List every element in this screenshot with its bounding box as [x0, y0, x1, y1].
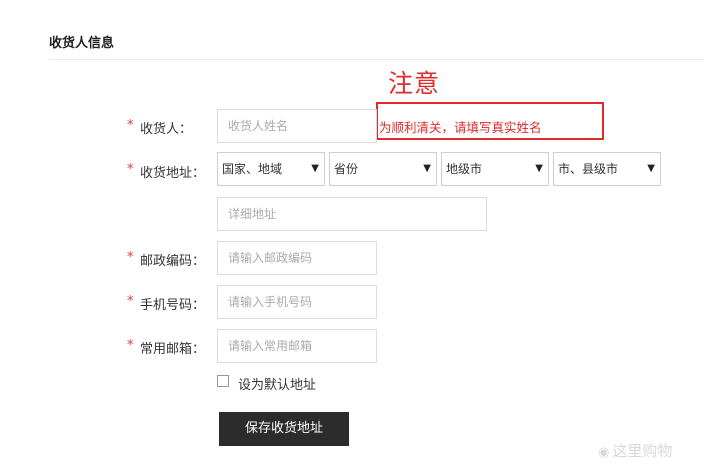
province-select-value: 省份: [334, 162, 359, 176]
default-address-label[interactable]: 设为默认地址: [238, 374, 316, 393]
chevron-down-icon: ▼: [423, 163, 431, 174]
watermark: ◉ 这里购物: [598, 440, 672, 461]
required-mark: *: [127, 118, 134, 133]
city-select[interactable]: 地级市 ▼: [441, 152, 549, 186]
postal-code-input[interactable]: 请输入邮政编码: [217, 241, 377, 275]
province-select[interactable]: 省份 ▼: [329, 152, 437, 186]
chevron-down-icon: ▼: [535, 163, 543, 174]
annotation-note: 为顺利清关，请填写真实姓名: [379, 120, 542, 135]
county-select[interactable]: 市、县级市 ▼: [553, 152, 661, 186]
country-select[interactable]: 国家、地域 ▼: [217, 152, 325, 186]
city-select-value: 地级市: [446, 162, 483, 176]
email-label: 常用邮箱：: [140, 342, 206, 357]
county-select-value: 市、县级市: [558, 162, 619, 176]
required-mark: *: [127, 294, 134, 309]
address-label: 收货地址：: [140, 166, 206, 181]
annotation-title: 注意: [388, 69, 441, 98]
required-mark: *: [127, 338, 134, 353]
watermark-text: 这里购物: [612, 442, 673, 460]
phone-input[interactable]: 请输入手机号码: [217, 285, 377, 319]
section-divider: [49, 59, 704, 60]
required-mark: *: [127, 250, 134, 265]
detail-address-input[interactable]: 详细地址: [217, 197, 487, 231]
chevron-down-icon: ▼: [311, 163, 319, 174]
weibo-icon: ◉: [598, 445, 610, 460]
email-input[interactable]: 请输入常用邮箱: [217, 329, 377, 363]
required-mark: *: [127, 162, 134, 177]
country-select-value: 国家、地域: [222, 162, 283, 176]
consignee-label: 收货人：: [140, 122, 193, 137]
save-address-button[interactable]: 保存收货地址: [219, 412, 349, 446]
section-title: 收货人信息: [49, 36, 115, 51]
chevron-down-icon: ▼: [647, 163, 655, 174]
consignee-input[interactable]: 收货人姓名: [217, 109, 377, 143]
phone-label: 手机号码：: [140, 298, 206, 313]
postal-label: 邮政编码：: [140, 254, 206, 269]
default-address-checkbox[interactable]: [217, 375, 229, 387]
